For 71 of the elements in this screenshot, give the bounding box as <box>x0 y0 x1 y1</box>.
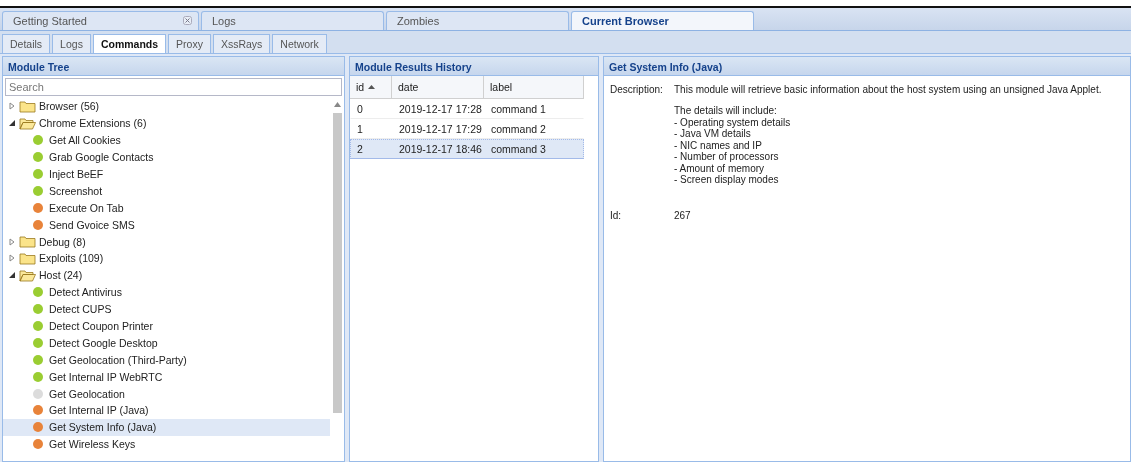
panel-title: Module Results History <box>350 57 598 76</box>
sort-icon <box>368 85 376 89</box>
details-item: - Amount of memory <box>674 162 766 174</box>
panel-title: Module Tree <box>3 57 344 76</box>
tab[interactable]: Zombies <box>386 11 569 30</box>
details-item: - NIC names and IP <box>674 139 763 151</box>
tree-item[interactable]: Send Gvoice SMS <box>3 216 330 234</box>
field-label: Description: <box>610 84 664 95</box>
tree-item[interactable]: Get Internal IP (Java) <box>3 402 330 419</box>
tree-item[interactable]: Exploits (109) <box>3 250 330 267</box>
tree-item[interactable]: Get Geolocation (Third-Party) <box>3 351 330 369</box>
search-field[interactable]: Search <box>5 78 342 96</box>
tab[interactable]: Details <box>2 34 51 53</box>
details-item: - Operating system details <box>674 116 792 128</box>
tree-item[interactable]: Detect Antivirus <box>3 283 330 301</box>
details-heading: The details will include: <box>674 105 778 117</box>
tree-item[interactable]: Get All Cookies <box>3 131 330 149</box>
table-cell-text: 2019-12-17 18:46 <box>398 142 483 157</box>
column-header[interactable]: label <box>484 76 584 98</box>
scroll-up-icon[interactable] <box>333 102 341 107</box>
tree-item[interactable]: Debug (8) <box>3 233 330 250</box>
folder-icon <box>19 99 36 113</box>
tree-item[interactable]: Chrome Extensions (6) <box>3 114 330 132</box>
tree-item[interactable]: Browser (56) <box>3 98 330 115</box>
table-cell-text: command 2 <box>490 122 547 137</box>
tab[interactable]: Logs <box>201 11 384 30</box>
scrollbar-thumb[interactable] <box>332 113 342 413</box>
tree-item[interactable]: Inject BeEF <box>3 165 330 183</box>
tree-item[interactable]: Get Geolocation <box>3 385 330 403</box>
tab[interactable]: Getting Started <box>2 11 199 30</box>
tree-item[interactable]: Grab Google Contacts <box>3 148 330 166</box>
field-label: Id: <box>610 209 623 221</box>
tree-item[interactable]: Detect Google Desktop <box>3 334 330 352</box>
folder-icon <box>19 116 36 130</box>
tab[interactable]: Logs <box>52 34 91 53</box>
expand-icon[interactable] <box>8 102 16 111</box>
table-cell-text: 2019-12-17 17:28 <box>398 102 483 117</box>
collapse-icon[interactable] <box>8 271 16 280</box>
tree-item[interactable]: Execute On Tab <box>3 199 330 217</box>
tree-item[interactable]: Detect Coupon Printer <box>3 317 330 335</box>
tree-item[interactable]: Get Internal IP WebRTC <box>3 368 330 386</box>
table-cell-text: 2019-12-17 17:29 <box>398 122 483 137</box>
column-header[interactable]: id <box>350 76 392 98</box>
details-item: - Number of processors <box>674 151 780 163</box>
folder-icon <box>19 235 36 249</box>
folder-icon <box>19 251 36 265</box>
details-item: - Java VM details <box>674 128 752 140</box>
column-header[interactable]: date <box>392 76 484 98</box>
id-value: 267 <box>674 209 692 221</box>
tab[interactable]: Proxy <box>168 34 211 53</box>
table-cell-text: 0 <box>356 102 364 117</box>
table-cell-text: 1 <box>356 122 364 137</box>
table-cell-text: 2 <box>356 142 364 157</box>
tree-item[interactable]: Get System Info (Java) <box>3 418 330 436</box>
tab[interactable]: Network <box>272 34 327 53</box>
collapse-icon[interactable] <box>8 119 16 128</box>
tree-item[interactable]: Host (24) <box>3 266 330 284</box>
table-cell-text: command 3 <box>490 142 547 157</box>
tree-item[interactable]: Get Wireless Keys <box>3 435 330 453</box>
tree-item[interactable]: Screenshot <box>3 182 330 200</box>
panel-title: Get System Info (Java) <box>604 57 1130 76</box>
tab[interactable]: Current Browser <box>571 11 754 30</box>
description-text: This module will retrieve basic information about the host system using an unsigned Java Applet. <box>674 84 1103 95</box>
details-item: - Screen display modes <box>674 174 780 186</box>
tree-item[interactable]: Detect CUPS <box>3 300 330 318</box>
close-icon[interactable] <box>183 16 192 25</box>
folder-icon <box>19 268 36 282</box>
tab[interactable]: XssRays <box>212 34 271 53</box>
table-cell-text: command 1 <box>490 102 547 117</box>
table-row[interactable]: 2 2019-12-17 18:46 command 3 <box>350 139 584 159</box>
tab[interactable]: Commands <box>92 34 167 53</box>
